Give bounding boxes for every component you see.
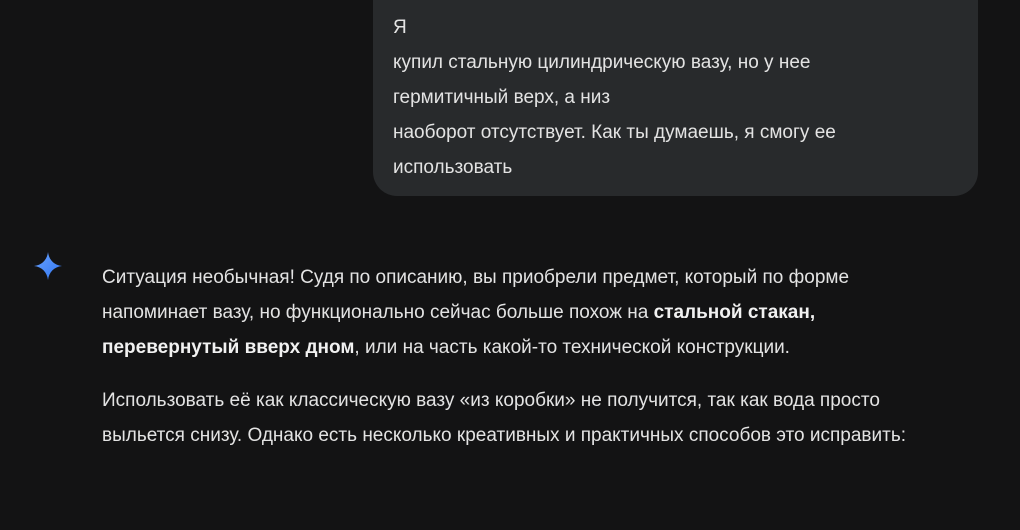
user-message-bubble: Я купил стальную цилиндрическую вазу, но… <box>373 0 978 196</box>
response-paragraph: Ситуация необычная! Судя по описанию, вы… <box>102 260 932 365</box>
user-message-line: использовать <box>393 157 513 178</box>
response-paragraph: Использовать её как классическую вазу «и… <box>102 390 907 446</box>
user-message-line: Я <box>393 17 407 38</box>
user-message-line: купил стальную цилиндрическую вазу, но у… <box>393 52 811 73</box>
user-message-line: наоборот отсутствует. Как ты думаешь, я … <box>393 122 836 143</box>
response-text: , или на часть какой-то технической конс… <box>354 337 790 358</box>
user-message-line: гермитичный верх, а низ <box>393 87 611 108</box>
gemini-sparkle-icon <box>34 252 62 280</box>
assistant-response: Ситуация необычная! Судя по описанию, вы… <box>102 260 932 471</box>
